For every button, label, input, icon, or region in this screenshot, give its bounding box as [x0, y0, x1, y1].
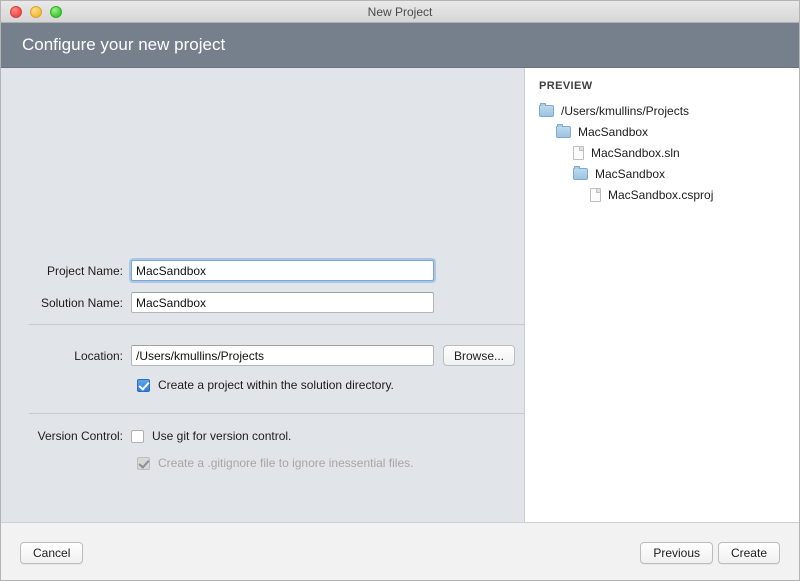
- window-titlebar: New Project: [1, 1, 799, 23]
- tree-row-label: MacSandbox.csproj: [608, 187, 714, 202]
- dialog-header: Configure your new project: [1, 23, 799, 68]
- create-gitignore-row: Create a .gitignore file to ignore iness…: [137, 456, 413, 470]
- create-project-in-solution-dir-row[interactable]: Create a project within the solution dir…: [137, 378, 394, 392]
- create-project-in-solution-dir-checkbox[interactable]: [137, 378, 150, 392]
- preview-panel: PREVIEW /Users/kmullins/Projects MacSandb…: [525, 68, 799, 522]
- solution-name-row: Solution Name:: [21, 292, 434, 313]
- tree-row[interactable]: MacSandbox.sln: [539, 142, 793, 163]
- project-name-label: Project Name:: [46, 263, 123, 278]
- maximize-icon[interactable]: [50, 6, 62, 18]
- folder-icon: [556, 123, 571, 138]
- create-project-in-solution-dir-label: Create a project within the solution dir…: [158, 378, 394, 392]
- form-divider-lower: [29, 413, 525, 414]
- dialog-body: Project Name: Solution Name: Location: B…: [1, 68, 799, 522]
- preview-tree: /Users/kmullins/Projects MacSandbox MacSan…: [539, 100, 793, 205]
- folder-icon: [573, 165, 588, 180]
- tree-row-label: MacSandbox.sln: [591, 145, 680, 160]
- location-label: Location:: [74, 348, 123, 363]
- solution-name-label: Solution Name:: [40, 295, 123, 310]
- version-control-row: Version Control: Use git for version con…: [21, 429, 292, 443]
- preview-title: PREVIEW: [539, 80, 593, 92]
- browse-button[interactable]: Browse...: [443, 345, 516, 366]
- page-title: Configure your new project: [22, 35, 226, 54]
- tree-row[interactable]: MacSandbox: [539, 163, 793, 184]
- create-button[interactable]: Create: [717, 542, 780, 564]
- project-name-input[interactable]: [131, 260, 434, 281]
- traffic-light-group: [10, 6, 62, 18]
- use-git-label: Use git for version control.: [152, 429, 292, 443]
- solution-name-input[interactable]: [131, 292, 434, 313]
- create-gitignore-label: Create a .gitignore file to ignore iness…: [158, 456, 414, 470]
- tree-row-label: MacSandbox: [595, 166, 666, 181]
- checkmark-icon: [138, 378, 150, 391]
- tree-row[interactable]: MacSandbox.csproj: [539, 184, 793, 205]
- configuration-form: Project Name: Solution Name: Location: B…: [1, 68, 525, 522]
- project-name-row: Project Name:: [21, 260, 434, 281]
- tree-row-label: /Users/kmullins/Projects: [561, 103, 690, 118]
- window-title: New Project: [367, 5, 433, 19]
- minimize-icon[interactable]: [30, 6, 42, 18]
- use-git-checkbox[interactable]: [131, 429, 144, 443]
- dialog-footer: Cancel Previous Create: [1, 522, 799, 580]
- close-icon[interactable]: [10, 6, 22, 18]
- file-icon: [573, 145, 584, 160]
- checkmark-icon: [138, 456, 150, 469]
- file-icon: [590, 187, 601, 202]
- version-control-label: Version Control:: [37, 429, 123, 443]
- previous-button[interactable]: Previous: [640, 542, 713, 564]
- new-project-window: New Project Configure your new project P…: [0, 0, 800, 581]
- create-gitignore-checkbox: [137, 456, 150, 470]
- location-input[interactable]: [131, 345, 434, 366]
- folder-icon: [539, 102, 554, 117]
- tree-row[interactable]: MacSandbox: [539, 121, 793, 142]
- form-divider-upper: [29, 324, 525, 325]
- location-row: Location: Browse...: [21, 345, 516, 366]
- tree-row-label: MacSandbox: [578, 124, 649, 139]
- cancel-button[interactable]: Cancel: [20, 542, 84, 564]
- tree-row[interactable]: /Users/kmullins/Projects: [539, 100, 793, 121]
